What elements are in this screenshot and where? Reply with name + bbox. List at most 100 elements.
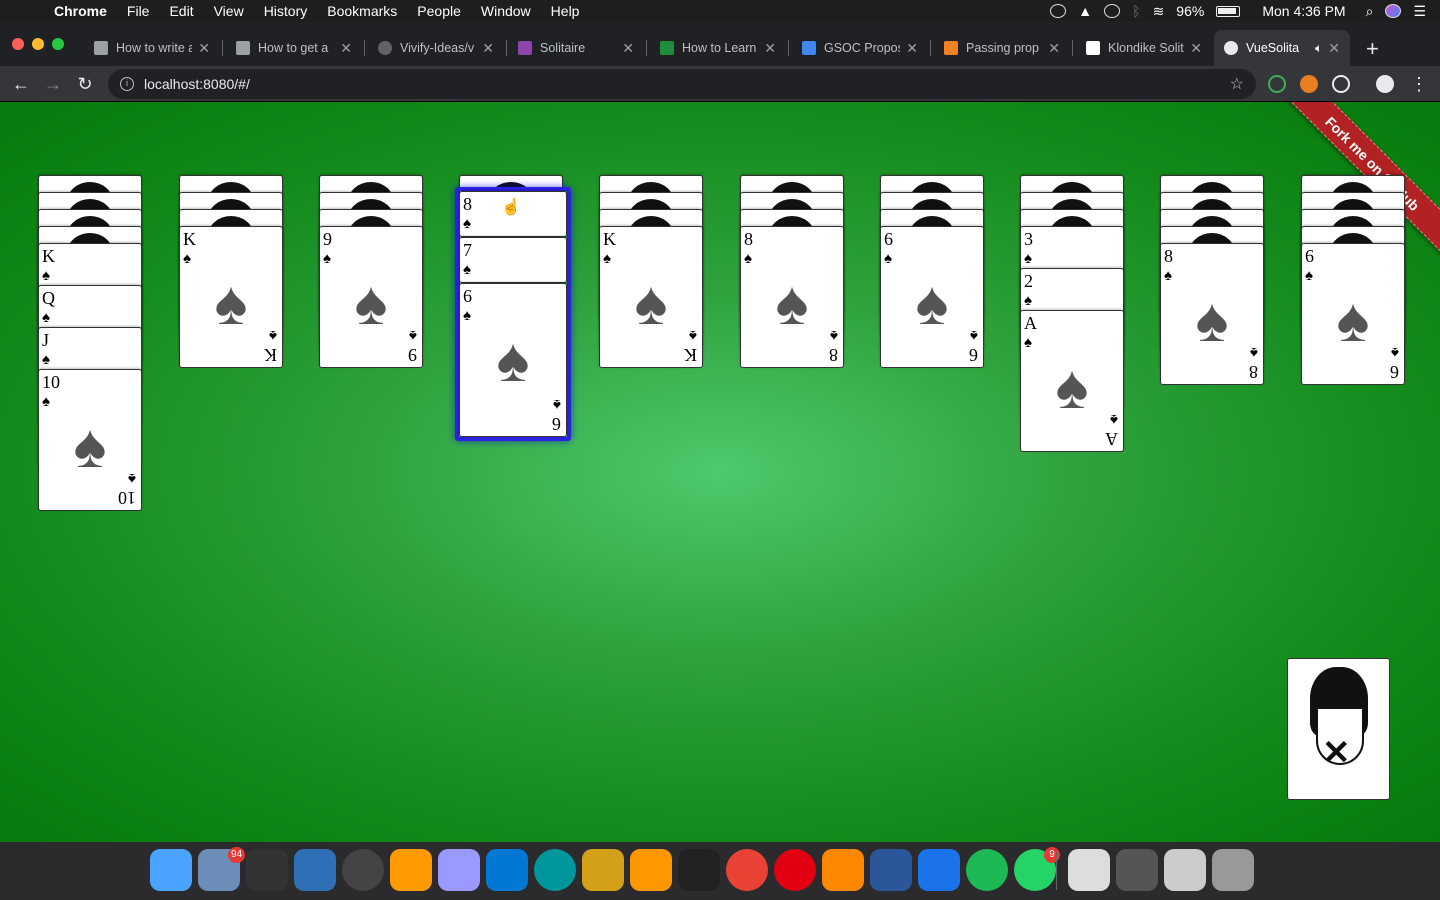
- tab-solitaire[interactable]: Solitaire ✕: [508, 30, 644, 66]
- trash-dock-icon[interactable]: [1212, 849, 1254, 891]
- vlc-status-icon[interactable]: ▲: [1078, 3, 1092, 19]
- minimize-window-button[interactable]: [32, 38, 44, 50]
- card-rank: A: [1024, 313, 1037, 333]
- spade-icon: ♠: [915, 269, 949, 338]
- menu-help[interactable]: Help: [551, 3, 580, 19]
- activity-monitor-dock-icon[interactable]: [246, 849, 288, 891]
- close-tab-icon[interactable]: ✕: [622, 40, 634, 57]
- quicktime-dock-icon[interactable]: [918, 849, 960, 891]
- spotlight-search-icon[interactable]: ⌕: [1366, 3, 1374, 20]
- vue-icon: [1224, 41, 1238, 55]
- audio-playing-icon[interactable]: 🔈︎: [1315, 41, 1322, 56]
- profile-avatar[interactable]: [1376, 75, 1394, 93]
- site-info-icon[interactable]: i: [120, 77, 134, 91]
- close-tab-icon[interactable]: ✕: [340, 40, 352, 57]
- menu-file[interactable]: File: [127, 3, 150, 19]
- tab-klondike-solitaire[interactable]: Klondike Solit ✕: [1076, 30, 1212, 66]
- card-10-of-spades[interactable]: 10 ♠ ♠ 10 ♠: [38, 369, 142, 511]
- tab-how-to-write[interactable]: How to write a ✕: [84, 30, 220, 66]
- menu-view[interactable]: View: [214, 3, 244, 19]
- card-rank-bottom: K: [684, 345, 697, 365]
- card-9-of-spades[interactable]: 9 ♠ ♠ 9 ♠: [319, 226, 423, 368]
- extension-react-icon[interactable]: [1332, 75, 1350, 93]
- card-A-of-spades[interactable]: A ♠ ♠ A ♠: [1020, 310, 1124, 452]
- arduino-dock-icon[interactable]: [534, 849, 576, 891]
- spade-icon: ♠: [183, 250, 191, 267]
- reload-icon[interactable]: ↻: [74, 73, 96, 95]
- chrome-dock-icon[interactable]: [726, 849, 768, 891]
- mysql-workbench-dock-icon[interactable]: [294, 849, 336, 891]
- bluetooth-icon[interactable]: ᛒ: [1132, 3, 1140, 19]
- battery-icon[interactable]: [1216, 5, 1241, 17]
- card-7-of-spades[interactable]: 7♠♠7♠: [459, 237, 567, 283]
- notification-center-icon[interactable]: ☰: [1413, 3, 1426, 20]
- opera-dock-icon[interactable]: [774, 849, 816, 891]
- card-rank: 8: [463, 194, 472, 214]
- keyboard-dock-icon[interactable]: [1116, 849, 1158, 891]
- gauge-icon[interactable]: [1104, 4, 1121, 18]
- macos-dock: 94 9: [0, 842, 1440, 900]
- tab-passing-props[interactable]: Passing prop ✕: [934, 30, 1070, 66]
- tab-gsoc-proposal[interactable]: GSOC Propos ✕: [792, 30, 928, 66]
- spotify-dock-icon[interactable]: [966, 849, 1008, 891]
- chrome-menu-icon[interactable]: ⋮: [1408, 73, 1430, 95]
- menu-history[interactable]: History: [264, 3, 308, 19]
- siri-icon[interactable]: [1385, 4, 1402, 18]
- tab-how-to-learn[interactable]: How to Learn ✕: [650, 30, 786, 66]
- tab-title: Passing prop: [966, 41, 1039, 55]
- menu-window[interactable]: Window: [481, 3, 531, 19]
- close-tab-icon[interactable]: ✕: [198, 40, 210, 57]
- tab-how-to-get[interactable]: How to get a ✕: [226, 30, 362, 66]
- zoom-window-button[interactable]: [52, 38, 64, 50]
- finder-dock-icon[interactable]: [150, 849, 192, 891]
- close-tab-icon[interactable]: ✕: [764, 40, 776, 57]
- clock[interactable]: Mon 4:36 PM: [1262, 3, 1345, 19]
- card-rank-bottom: 6: [1390, 362, 1399, 382]
- card-8-of-spades[interactable]: 8♠♠8♠: [740, 226, 844, 368]
- new-tab-button[interactable]: +: [1366, 36, 1379, 62]
- address-bar[interactable]: i localhost:8080/#/ ☆: [108, 69, 1256, 99]
- vlc-dock-icon[interactable]: [822, 849, 864, 891]
- illustrator-dock-icon[interactable]: [390, 849, 432, 891]
- spade-icon: ♠: [463, 261, 471, 278]
- teapot-dock-icon[interactable]: [582, 849, 624, 891]
- card-rank: 3: [1024, 229, 1033, 249]
- forward-arrow-icon[interactable]: →: [42, 73, 64, 95]
- close-tab-icon[interactable]: ✕: [1328, 40, 1340, 57]
- menu-bookmarks[interactable]: Bookmarks: [327, 3, 397, 19]
- close-window-button[interactable]: [12, 38, 24, 50]
- obs-dock-icon[interactable]: [342, 849, 384, 891]
- close-tab-icon[interactable]: ✕: [1048, 40, 1060, 57]
- extension-fox-icon[interactable]: [1300, 75, 1318, 93]
- vscode-dock-icon[interactable]: [486, 849, 528, 891]
- close-tab-icon[interactable]: ✕: [906, 40, 918, 57]
- menu-app-name[interactable]: Chrome: [54, 3, 107, 19]
- card-8-of-spades[interactable]: 8♠♠8♠: [1160, 243, 1264, 385]
- card-rank: 2: [1024, 271, 1033, 291]
- itunes-dock-icon[interactable]: [1068, 849, 1110, 891]
- sublime-text-dock-icon[interactable]: [630, 849, 672, 891]
- card-6-of-spades[interactable]: 6 ♠ ♠ 6 ♠: [1301, 243, 1405, 385]
- card-6-of-spades[interactable]: 6 ♠ ♠ 6 ♠: [459, 283, 567, 437]
- close-tab-icon[interactable]: ✕: [1190, 40, 1202, 57]
- tab-vivify-ideas[interactable]: Vivify-Ideas/v ✕: [368, 30, 504, 66]
- close-tab-icon[interactable]: ✕: [482, 40, 494, 57]
- wifi-icon[interactable]: ≋: [1153, 3, 1165, 20]
- extension-node-icon[interactable]: [1268, 75, 1286, 93]
- card-K-of-spades[interactable]: K♠♠K♠: [599, 226, 703, 368]
- after-effects-dock-icon[interactable]: [438, 849, 480, 891]
- record-icon[interactable]: [1050, 4, 1067, 18]
- stock-pile[interactable]: ✕: [1287, 658, 1390, 800]
- terminal-dock-icon[interactable]: [678, 849, 720, 891]
- card-6-of-spades[interactable]: 6 ♠ ♠ 6 ♠: [880, 226, 984, 368]
- preview-dock-icon[interactable]: [1164, 849, 1206, 891]
- menu-people[interactable]: People: [417, 3, 461, 19]
- selected-card-stack[interactable]: 8♠♠8♠7♠♠7♠6♠♠6♠☝: [455, 187, 571, 441]
- menu-edit[interactable]: Edit: [169, 3, 193, 19]
- tab-vuesolitaire-active[interactable]: VueSolita 🔈︎ ✕: [1214, 30, 1350, 66]
- card-K-of-spades[interactable]: K♠♠K♠: [179, 226, 283, 368]
- bookmark-star-icon[interactable]: ☆: [1230, 74, 1244, 94]
- back-arrow-icon[interactable]: ←: [10, 73, 32, 95]
- word-dock-icon[interactable]: [870, 849, 912, 891]
- card-rank-bottom: 9: [408, 345, 417, 365]
